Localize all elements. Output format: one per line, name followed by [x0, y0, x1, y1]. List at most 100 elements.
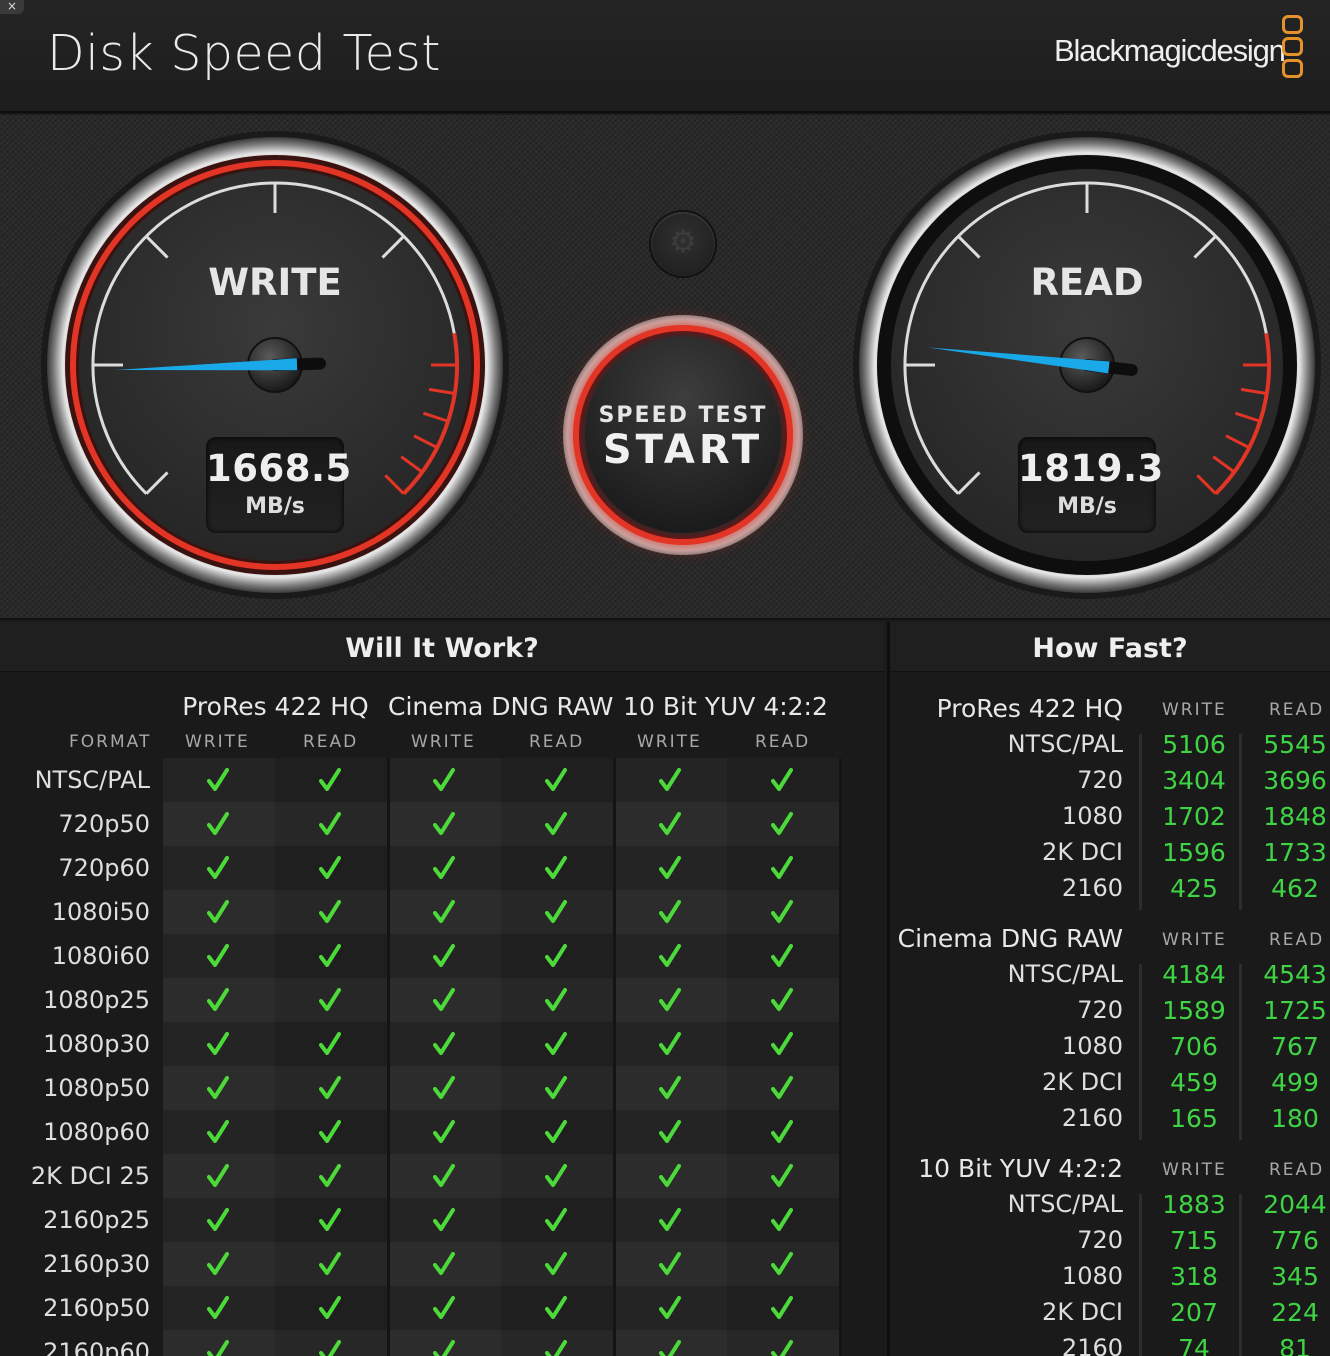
- speed-test-start-button[interactable]: SPEED TEST START: [563, 315, 803, 555]
- compatibility-cell: [501, 890, 613, 934]
- compatibility-cell: [275, 1022, 387, 1066]
- checkmark-icon: [319, 900, 341, 923]
- compatibility-cell: [389, 1022, 501, 1066]
- compatibility-cell: [501, 1022, 613, 1066]
- checkmark-icon: [545, 1340, 567, 1356]
- checkmark-icon: [771, 812, 793, 835]
- column-header-read: READ: [303, 732, 359, 752]
- compatibility-cell: [501, 1286, 613, 1330]
- compatibility-cell: [615, 802, 727, 846]
- checkmark-icon: [207, 1252, 229, 1275]
- checkmark-icon: [771, 1164, 793, 1187]
- how-fast-write-value: 1589: [1162, 996, 1226, 1025]
- format-label: 720p60: [58, 854, 150, 882]
- format-label: 1080p60: [43, 1118, 150, 1146]
- checkmark-icon: [771, 1032, 793, 1055]
- codec-header-prores: ProRes 422 HQ: [182, 692, 369, 721]
- how-fast-read-value: 3696: [1263, 766, 1327, 795]
- how-fast-format-label: 720: [1077, 1226, 1123, 1254]
- how-fast-divider: [1139, 734, 1142, 910]
- how-fast-format-label: 720: [1077, 996, 1123, 1024]
- how-fast-write-value: 1883: [1162, 1190, 1226, 1219]
- compatibility-cell: [163, 1066, 275, 1110]
- checkmark-icon: [207, 1032, 229, 1055]
- checkmark-icon: [433, 1032, 455, 1055]
- checkmark-icon: [433, 1296, 455, 1319]
- how-fast-format-label: 2K DCI: [1042, 838, 1123, 866]
- checkmark-icon: [659, 1252, 681, 1275]
- checkmark-icon: [771, 1340, 793, 1356]
- checkmark-icon: [545, 944, 567, 967]
- compatibility-cell: [615, 1330, 727, 1356]
- compatibility-cell: [389, 1198, 501, 1242]
- compatibility-cell: [275, 978, 387, 1022]
- how-fast-write-value: 1596: [1162, 838, 1226, 867]
- compatibility-cell: [389, 802, 501, 846]
- how-fast-read-value: 767: [1271, 1032, 1319, 1061]
- write-speed-value: 1668.5: [206, 447, 352, 490]
- compatibility-cell: [275, 1242, 387, 1286]
- compatibility-cell: [727, 802, 839, 846]
- compatibility-cell: [275, 890, 387, 934]
- checkmark-icon: [771, 1252, 793, 1275]
- will-it-work-title: Will It Work?: [0, 622, 884, 672]
- compatibility-cell: [389, 1110, 501, 1154]
- checkmark-icon: [207, 1296, 229, 1319]
- checkmark-icon: [659, 1208, 681, 1231]
- table-row: NTSC/PAL: [0, 758, 884, 802]
- checkmark-icon: [659, 1120, 681, 1143]
- format-label: 2K DCI 25: [30, 1162, 150, 1190]
- checkmark-icon: [207, 1120, 229, 1143]
- settings-button[interactable]: ⚙: [651, 212, 715, 276]
- compatibility-cell: [389, 758, 501, 802]
- how-fast-write-value: 5106: [1162, 730, 1226, 759]
- checkmark-icon: [659, 900, 681, 923]
- checkmark-icon: [771, 1120, 793, 1143]
- how-fast-read-value: 4543: [1263, 960, 1327, 989]
- checkmark-icon: [659, 1076, 681, 1099]
- checkmark-icon: [545, 768, 567, 791]
- how-fast-read-value: 5545: [1263, 730, 1327, 759]
- compatibility-cell: [501, 1198, 613, 1242]
- format-label: 2160p60: [43, 1338, 150, 1356]
- column-header-write: WRITE: [185, 732, 250, 752]
- compatibility-cell: [275, 1198, 387, 1242]
- write-speed-unit: MB/s: [245, 494, 305, 519]
- compatibility-cell: [389, 978, 501, 1022]
- app-title: Disk Speed Test: [47, 25, 441, 82]
- table-row: 1080i50: [0, 890, 884, 934]
- compatibility-cell: [501, 758, 613, 802]
- format-label: 1080p50: [43, 1074, 150, 1102]
- how-fast-panel: How Fast? ProRes 422 HQ WRITE READ NTSC/PAL…: [887, 622, 1330, 1356]
- table-row: 2160p50: [0, 1286, 884, 1330]
- checkmark-icon: [771, 1076, 793, 1099]
- compatibility-cell: [501, 934, 613, 978]
- write-readout: 1668.5 MB/s: [206, 437, 352, 533]
- checkmark-icon: [771, 900, 793, 923]
- compatibility-cell: [275, 1110, 387, 1154]
- how-fast-read-value: 345: [1271, 1262, 1319, 1291]
- checkmark-icon: [319, 1252, 341, 1275]
- checkmark-icon: [545, 1252, 567, 1275]
- close-icon[interactable]: ×: [0, 0, 24, 14]
- compatibility-cell: [389, 1066, 501, 1110]
- compatibility-cell: [727, 1022, 839, 1066]
- checkmark-icon: [771, 856, 793, 879]
- format-label: 1080i60: [51, 942, 150, 970]
- how-fast-read-value: 180: [1271, 1104, 1319, 1133]
- how-fast-write-header: WRITE: [1162, 700, 1227, 720]
- checkmark-icon: [433, 812, 455, 835]
- table-row: 2160p60: [0, 1330, 884, 1356]
- checkmark-icon: [545, 1032, 567, 1055]
- compatibility-cell: [275, 934, 387, 978]
- start-button-line2: START: [602, 427, 764, 473]
- start-button-line1: SPEED TEST: [598, 403, 768, 428]
- gauge-panel: WRITE READ 1668.5 MB/s 1819.3 MB/s ⚙ SPE…: [0, 115, 1330, 620]
- how-fast-read-value: 462: [1271, 874, 1319, 903]
- checkmark-icon: [319, 1120, 341, 1143]
- checkmark-icon: [207, 812, 229, 835]
- compatibility-cell: [501, 1242, 613, 1286]
- how-fast-read-value: 499: [1271, 1068, 1319, 1097]
- will-it-work-panel: Will It Work? ProRes 422 HQ Cinema DNG R…: [0, 622, 884, 1356]
- checkmark-icon: [771, 1208, 793, 1231]
